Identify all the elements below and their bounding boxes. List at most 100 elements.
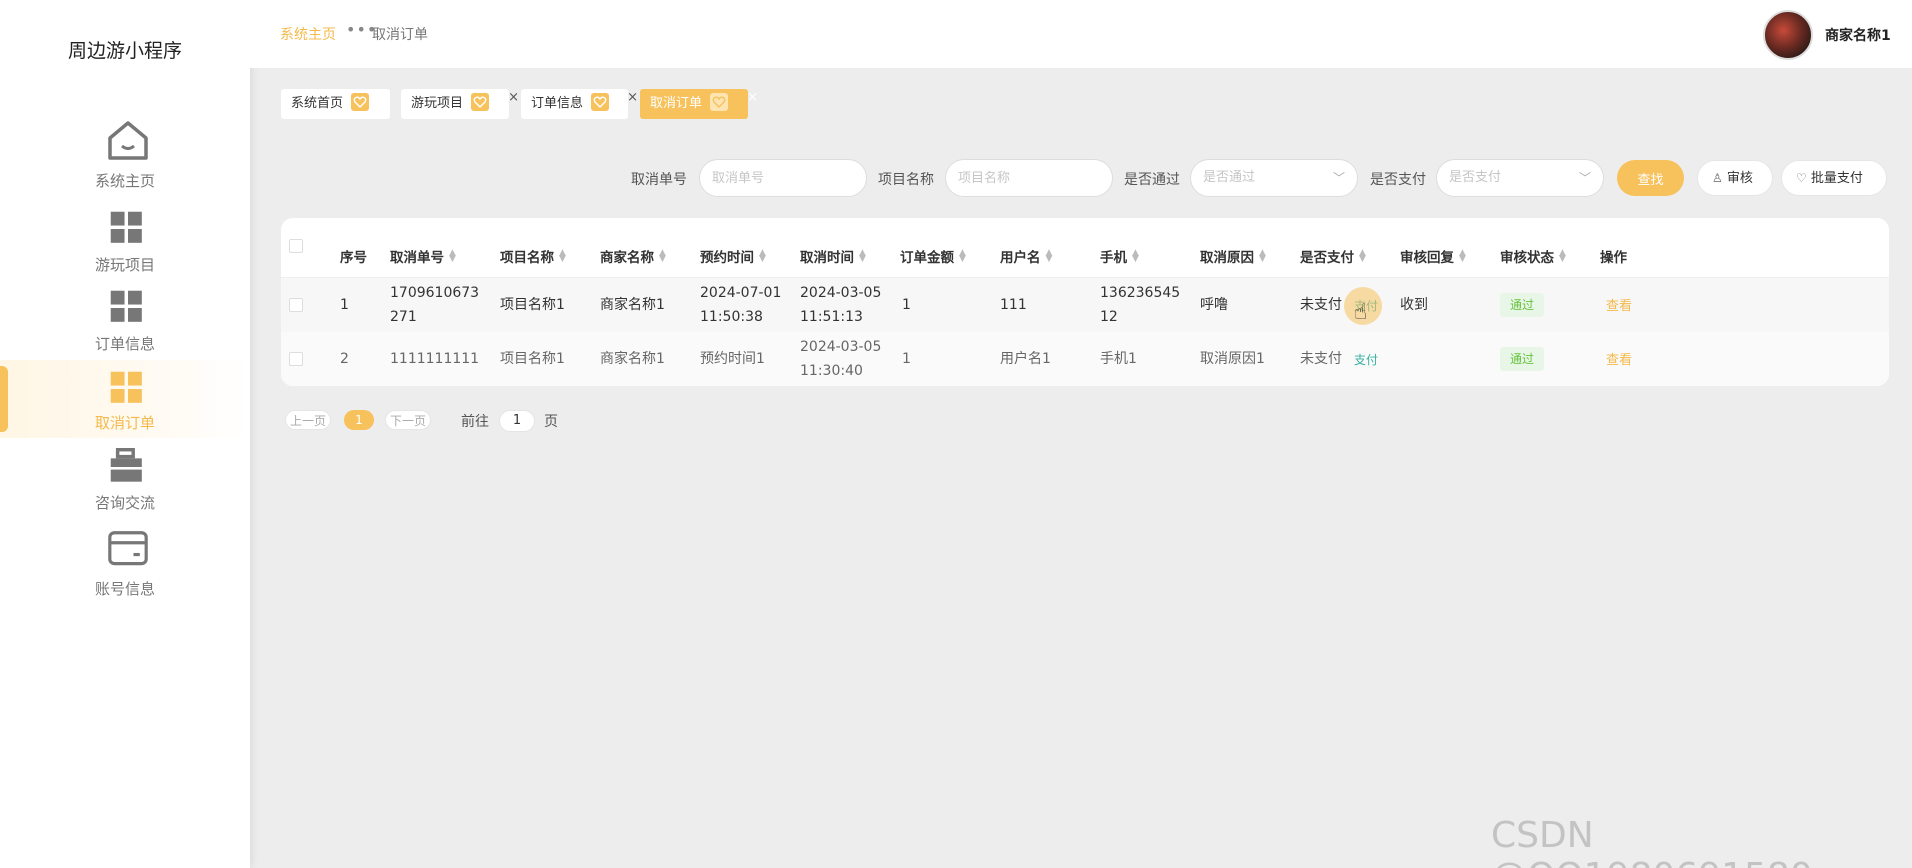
header-cancel-no[interactable]: 取消单号 ▲ ▼ (390, 246, 456, 267)
avatar[interactable] (1763, 10, 1813, 60)
sort-icon: ▲ ▼ (1259, 248, 1266, 264)
sort-icon: ▲ ▼ (859, 248, 866, 264)
sidebar-item-label: 咨询交流 (94, 494, 155, 512)
header-reply[interactable]: 审核回复 ▲ ▼ (1400, 246, 1466, 267)
cell-cancel-no: 1709610673 271 (390, 285, 480, 325)
user-name[interactable]: 商家名称1 (1825, 25, 1891, 45)
user-icon: ♙ (1712, 171, 1723, 185)
header-cancel-time[interactable]: 取消时间 ▲ ▼ (800, 246, 866, 267)
sidebar-item-account[interactable]: 账号信息 (0, 530, 250, 600)
sidebar-item-orders[interactable]: 订单信息 (0, 289, 250, 359)
sidebar-item-projects[interactable]: 游玩项目 (0, 210, 250, 280)
header-booking-time[interactable]: 预约时间 ▲ ▼ (700, 246, 766, 267)
cell-project: 项目名称1 (500, 297, 565, 313)
close-icon[interactable]: × (508, 83, 519, 113)
view-link[interactable]: 查看 (1606, 295, 1632, 314)
cell-paid: 未支付 (1300, 351, 1342, 367)
status-badge: 通过 (1500, 293, 1544, 317)
header-paid[interactable]: 是否支付 ▲ ▼ (1300, 246, 1366, 267)
sidebar-item-consult[interactable]: 咨询交流 (0, 448, 250, 518)
cell-reason: 呼噜 (1200, 297, 1228, 313)
header-index: 序号 (340, 250, 367, 266)
header-reason[interactable]: 取消原因 ▲ ▼ (1200, 246, 1266, 267)
tab-label: 系统首页 (291, 96, 344, 111)
paid-label: 是否支付 (1370, 172, 1426, 188)
hand-cursor-icon: ☝ (1354, 300, 1368, 325)
sort-icon: ▲ ▼ (1045, 248, 1053, 264)
sidebar-item-cancel-orders[interactable]: 取消订单 (0, 360, 250, 438)
heart-outline-icon: ♡ (1796, 171, 1807, 185)
select-all-checkbox[interactable] (289, 239, 303, 253)
table-row: 1 1709610673 271 项目名称1 商家名称1 2024-07-01 11… (281, 278, 1889, 332)
sort-icon: ▲ ▼ (1132, 248, 1139, 264)
tab-label: 订单信息 (531, 96, 584, 111)
chevron-down-icon: ﹀ (1578, 171, 1591, 185)
header-username[interactable]: 用户名 ▲ ▼ (1000, 246, 1053, 267)
goto-suffix: 页 (544, 414, 558, 430)
tab-label: 取消订单 (650, 96, 703, 111)
sidebar-item-home[interactable]: 系统主页 (0, 118, 250, 196)
row-checkbox[interactable] (289, 298, 303, 312)
tab-label: 游玩项目 (411, 96, 464, 111)
header-amount[interactable]: 订单金额 ▲ ▼ (900, 246, 966, 267)
paid-select[interactable]: 是否支付 ﹀ (1436, 159, 1604, 197)
paid-select-placeholder: 是否支付 (1449, 170, 1502, 185)
cell-cancel-time: 2024-03-05 11:51:13 (800, 285, 882, 325)
tab-cancel-orders[interactable]: 取消订单 × (640, 89, 758, 119)
tab-orders[interactable]: 订单信息 × (521, 89, 638, 119)
pay-link[interactable]: 支付 (1354, 351, 1378, 368)
breadcrumb-home[interactable]: 系统主页 (280, 24, 336, 44)
tab-home[interactable]: 系统首页 (281, 89, 390, 119)
close-icon[interactable]: × (747, 83, 758, 113)
prev-page-button[interactable]: 上一页 (285, 410, 331, 430)
sidebar-item-label: 账号信息 (94, 580, 155, 598)
sort-icon: ▲ ▼ (449, 248, 456, 264)
watermark: CSDN @QQ1980691580 (1491, 815, 1813, 868)
passed-select[interactable]: 是否通过 ﹀ (1190, 159, 1358, 197)
view-link[interactable]: 查看 (1606, 349, 1632, 368)
next-page-button[interactable]: 下一页 (385, 410, 431, 430)
chevron-down-icon: ﹀ (1332, 171, 1345, 185)
card-icon (108, 531, 148, 566)
grid-icon (110, 371, 142, 403)
sidebar-item-label: 游玩项目 (94, 256, 155, 274)
cancel-no-input[interactable] (699, 159, 867, 197)
goto-prefix: 前往 (461, 414, 489, 430)
tab-projects[interactable]: 游玩项目 × (401, 89, 519, 119)
row-checkbox[interactable] (289, 352, 303, 366)
sort-icon: ▲ ▼ (959, 248, 966, 264)
cell-booking-time: 2024-07-01 11:50:38 (700, 285, 782, 325)
close-icon[interactable]: × (627, 83, 638, 113)
goto-page-input[interactable]: 1 (499, 410, 535, 432)
cell-amount: 1 (902, 297, 911, 313)
sidebar-item-label: 取消订单 (94, 414, 155, 432)
heart-icon (710, 92, 729, 111)
current-page[interactable]: 1 (344, 410, 374, 430)
project-name-input[interactable] (945, 159, 1113, 197)
sort-icon: ▲ ▼ (759, 248, 766, 264)
search-button[interactable]: 查找 (1617, 160, 1684, 196)
header-project[interactable]: 项目名称 ▲ ▼ (500, 246, 566, 267)
sort-icon: ▲ ▼ (559, 248, 566, 264)
cell-merchant: 商家名称1 (600, 351, 665, 367)
cell-reply: 收到 (1400, 297, 1428, 313)
cell-cancel-time: 2024-03-05 11:30:40 (800, 339, 882, 379)
header-merchant[interactable]: 商家名称 ▲ ▼ (600, 246, 666, 267)
cell-merchant: 商家名称1 (600, 297, 665, 313)
sort-icon: ▲ ▼ (659, 248, 666, 264)
cell-username: 111 (1000, 297, 1027, 313)
sort-icon: ▲ ▼ (1459, 248, 1466, 264)
top-header: 系统主页 ••• 取消订单 商家名称1 (250, 0, 1912, 68)
header-phone[interactable]: 手机 ▲ ▼ (1100, 246, 1139, 267)
status-badge: 通过 (1500, 347, 1544, 371)
home-icon (108, 121, 148, 160)
batch-pay-button[interactable]: ♡ 批量支付 (1781, 160, 1887, 196)
sidebar-item-label: 订单信息 (94, 335, 155, 353)
app-title: 周边游小程序 (67, 40, 182, 62)
cell-phone: 手机1 (1100, 351, 1137, 367)
header-status[interactable]: 审核状态 ▲ ▼ (1500, 246, 1566, 267)
review-button[interactable]: ♙ 审核 (1697, 160, 1773, 196)
heart-icon (471, 92, 490, 111)
project-name-label: 项目名称 (878, 172, 934, 188)
briefcase-icon (110, 448, 142, 482)
